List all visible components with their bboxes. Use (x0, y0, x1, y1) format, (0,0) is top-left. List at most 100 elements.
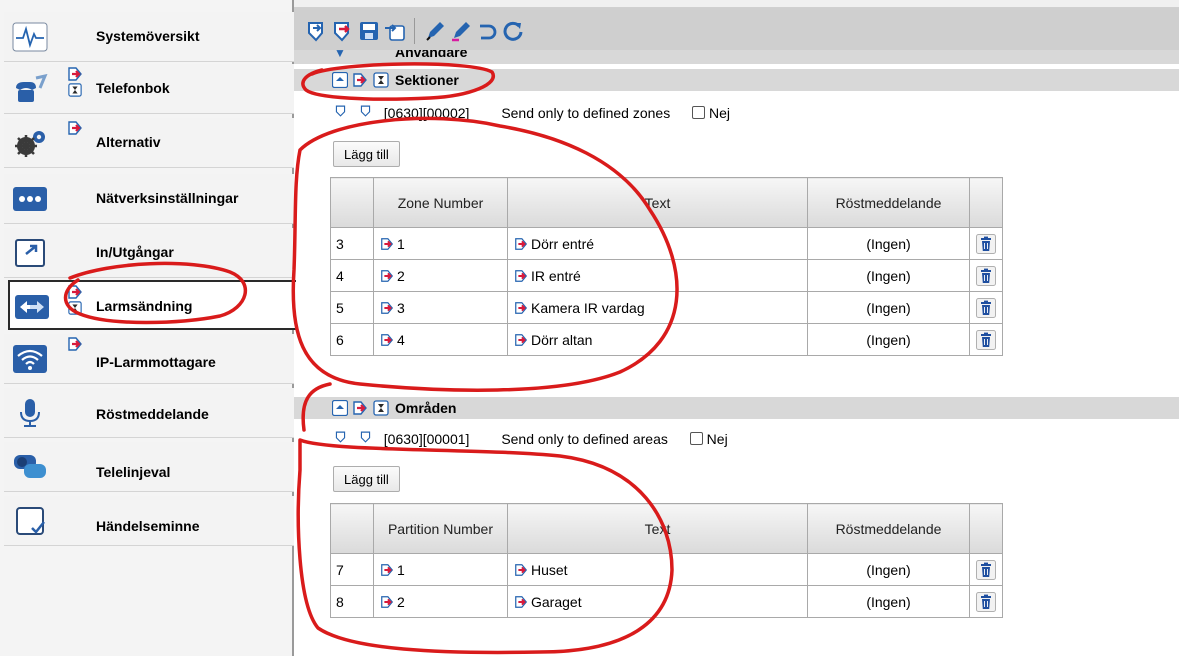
column-header[interactable]: Zone Number (373, 177, 508, 228)
refresh-icon[interactable] (502, 20, 524, 42)
zone-text: Dörr entré (531, 235, 595, 252)
zone-number: 2 (397, 267, 405, 284)
sidebar-item-telefonbok[interactable]: Telefonbok (4, 64, 294, 114)
omraden-section-header[interactable]: Områden (294, 397, 1179, 419)
delete-icon[interactable] (976, 298, 996, 318)
delete-icon[interactable] (976, 266, 996, 286)
voice-cell[interactable]: (Ingen) (807, 291, 970, 324)
save-icon[interactable] (358, 20, 380, 42)
delete-cell (969, 227, 1003, 260)
zone-number-cell[interactable]: 4 (373, 323, 508, 356)
column-header[interactable]: Röstmeddelande (807, 177, 970, 228)
table-row[interactable]: 6 4 Dörr altan (Ingen) (330, 323, 1003, 356)
expand-icon[interactable] (332, 400, 348, 416)
checkbox-icon (10, 505, 50, 537)
sync-icon[interactable] (352, 72, 368, 88)
expand-icon[interactable] (332, 72, 348, 88)
shield-icon (359, 104, 372, 118)
zone-number-cell[interactable]: 1 (373, 227, 508, 260)
table-row[interactable]: 4 2 IR entré (Ingen) (330, 259, 1003, 292)
delete-cell (969, 323, 1003, 356)
read-icon[interactable] (306, 20, 328, 42)
text-cell[interactable]: IR entré (507, 259, 808, 292)
voice-cell[interactable]: (Ingen) (807, 259, 970, 292)
option-description: Send only to defined zones (501, 105, 671, 121)
sidebar-item-in-utgangar[interactable]: In/Utgångar (4, 228, 294, 278)
column-header[interactable]: Text (507, 503, 808, 554)
table-header-blank (969, 177, 1003, 228)
delete-icon[interactable] (976, 592, 996, 612)
sidebar-item-label: Larmsändning (96, 298, 193, 314)
sync-badge-icon (66, 66, 84, 100)
sidebar-item-label: Telelinjeval (96, 464, 171, 480)
text-cell[interactable]: Dörr entré (507, 227, 808, 260)
heartbeat-icon (10, 21, 50, 53)
table-row[interactable]: 7 1 Huset (Ingen) (330, 553, 1003, 586)
add-zone-button[interactable]: Lägg till (333, 141, 400, 167)
partition-text: Huset (531, 561, 568, 578)
top-strip (294, 0, 1179, 8)
delete-cell (969, 553, 1003, 586)
import-icon[interactable] (384, 20, 406, 42)
sektioner-section-header[interactable]: Sektioner (294, 69, 1179, 91)
sidebar-item-ip-larmmottagare[interactable]: IP-Larmmottagare (4, 334, 294, 384)
undo-icon[interactable] (476, 20, 498, 42)
delete-cell (969, 291, 1003, 324)
table-header-blank (330, 177, 374, 228)
sidebar-item-label: Röstmeddelande (96, 406, 209, 422)
table-row[interactable]: 3 1 Dörr entré (Ingen) (330, 227, 1003, 260)
hourglass-icon (373, 72, 389, 88)
sync-badge-icon (66, 284, 84, 318)
users-section-header[interactable]: Användare ▼ (294, 50, 1179, 64)
phone-icon (10, 73, 50, 105)
delete-cell (969, 585, 1003, 618)
voice-cell[interactable]: (Ingen) (807, 323, 970, 356)
partition-number-cell[interactable]: 2 (373, 585, 508, 618)
shield-icon (334, 430, 347, 444)
partition-text: Garaget (531, 593, 582, 610)
column-header[interactable]: Partition Number (373, 503, 508, 554)
section-title: Områden (395, 400, 457, 416)
sidebar-item-systemoversikt[interactable]: Systemöversikt (4, 12, 294, 62)
table-row[interactable]: 5 3 Kamera IR vardag (Ingen) (330, 291, 1003, 324)
sidebar-item-alternativ[interactable]: Alternativ (4, 118, 294, 168)
option-code: [0630][00002] (383, 105, 470, 121)
voice-cell[interactable]: (Ingen) (807, 585, 970, 618)
sync-icon[interactable] (352, 400, 368, 416)
delete-icon[interactable] (976, 560, 996, 580)
voice-cell[interactable]: (Ingen) (807, 227, 970, 260)
delete-cell (969, 259, 1003, 292)
column-header[interactable]: Text (507, 177, 808, 228)
sidebar-item-larmsandning[interactable]: Larmsändning (8, 280, 296, 330)
sync-icon (513, 333, 529, 347)
add-partition-button[interactable]: Lägg till (333, 466, 400, 492)
highlight-pen-icon[interactable] (450, 20, 472, 42)
text-cell[interactable]: Huset (507, 553, 808, 586)
delete-icon[interactable] (976, 234, 996, 254)
sidebar-item-natverk[interactable]: Nätverksinställningar (4, 174, 294, 224)
zone-number-cell[interactable]: 2 (373, 259, 508, 292)
delete-icon[interactable] (976, 330, 996, 350)
section-title: Användare (395, 50, 468, 60)
text-cell[interactable]: Garaget (507, 585, 808, 618)
sidebar-item-telelinjeval[interactable]: Telelinjeval (4, 442, 294, 492)
zone-number: 4 (397, 331, 405, 348)
column-header[interactable]: Röstmeddelande (807, 503, 970, 554)
sidebar-item-handelseminne[interactable]: Händelseminne (4, 496, 294, 546)
nej-checkbox[interactable] (692, 106, 706, 119)
nej-checkbox[interactable] (689, 432, 703, 445)
sidebar-item-label: In/Utgångar (96, 244, 174, 260)
table-row[interactable]: 8 2 Garaget (Ingen) (330, 585, 1003, 618)
toolbar (294, 8, 1179, 52)
zone-number-cell[interactable]: 3 (373, 291, 508, 324)
sidebar-item-rostmeddelande[interactable]: Röstmeddelande (4, 388, 294, 438)
write-icon[interactable] (332, 20, 354, 42)
shield-icon (334, 104, 347, 118)
partition-number-cell[interactable]: 1 (373, 553, 508, 586)
text-cell[interactable]: Kamera IR vardag (507, 291, 808, 324)
voice-cell[interactable]: (Ingen) (807, 553, 970, 586)
text-cell[interactable]: Dörr altan (507, 323, 808, 356)
zone-number: 3 (397, 299, 405, 316)
hourglass-icon (373, 400, 389, 416)
pen-icon[interactable] (424, 20, 446, 42)
